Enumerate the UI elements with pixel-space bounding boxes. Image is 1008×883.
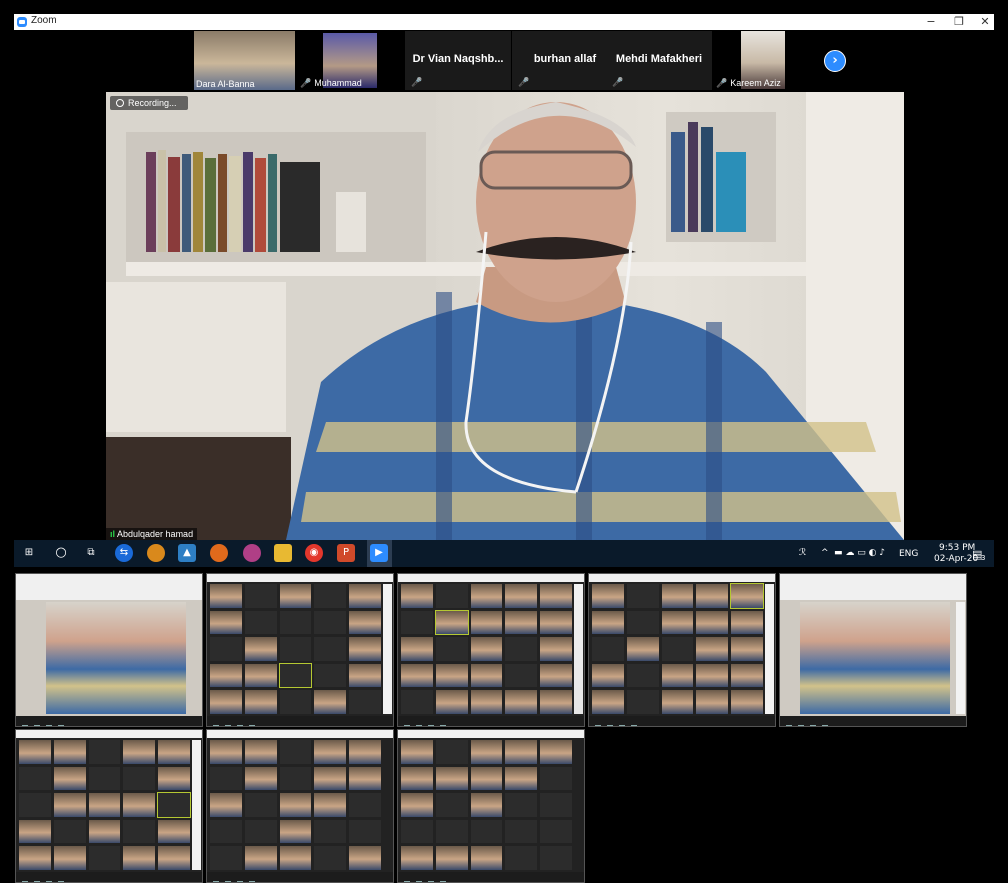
powerpoint-icon[interactable]: P (337, 544, 355, 562)
muted-mic-icon: 🎤 (518, 77, 530, 87)
participant-name: Mehdi Mafakheri (615, 53, 703, 65)
participant-name: Muhammad (314, 78, 362, 88)
window-title: Zoom (31, 15, 57, 26)
maximize-button[interactable]: ❐ (946, 14, 972, 30)
muted-mic-icon: 🎤 (300, 78, 312, 88)
screenshot-thumbnail[interactable] (588, 573, 776, 727)
screenshot-thumbnail[interactable] (15, 729, 203, 883)
participant-name: Dara Al-Banna (196, 79, 255, 89)
active-speaker-video (106, 92, 904, 540)
teamviewer-icon[interactable]: ⇆ (115, 544, 133, 562)
participant-name: Kareem Aziz (730, 78, 781, 88)
tray-icons[interactable]: ▬ ☁ ▭ ◐ ♪ (834, 548, 885, 558)
record-icon (116, 99, 124, 107)
windows-taskbar: ⊞ ○ ⧉ ⇆ ▲ ◉ P W ▶ ℛ ^ ▬ ☁ ▭ ◐ ♪ ENG 9:53… (14, 540, 994, 567)
recording-label: Recording... (128, 98, 177, 108)
window-titlebar: Zoom − ❐ ✕ (14, 14, 994, 30)
zoom-icon[interactable]: ▶ (370, 544, 388, 562)
participant-tile[interactable]: Dara Al-Banna (194, 31, 295, 90)
screenshot-thumbnail[interactable] (206, 729, 394, 883)
minimize-button[interactable]: − (918, 14, 944, 30)
speaker-name-tag: ıl Abdulqader hamad (106, 528, 198, 540)
task-view-icon[interactable]: ⧉ (82, 544, 100, 562)
language-indicator[interactable]: ENG (899, 549, 918, 559)
file-explorer-icon[interactable] (274, 544, 292, 562)
participant-tile[interactable]: burhan allaf 🎤 (512, 31, 618, 90)
muted-mic-icon: 🎤 (716, 78, 728, 88)
close-button[interactable]: ✕ (972, 14, 998, 30)
clock-time[interactable]: 9:53 PM (939, 543, 975, 553)
participant-strip: Dara Al-Banna 🎤 Muhammad Dr Vian Naqshb..… (194, 31, 854, 90)
participant-tile[interactable]: 🎤 Muhammad (298, 31, 404, 90)
audio-level-icon: ıl (110, 529, 116, 539)
cortana-icon[interactable]: ○ (52, 544, 70, 562)
start-icon[interactable]: ⊞ (20, 544, 38, 562)
muted-mic-icon: 🎤 (411, 77, 423, 87)
participant-name: Dr Vian Naqshb... (412, 53, 504, 65)
zoom-logo-icon (17, 17, 27, 27)
firefox-icon[interactable] (210, 544, 228, 562)
taskbar-app-icon[interactable] (243, 544, 261, 562)
muted-mic-icon: 🎤 (612, 77, 624, 87)
screenshot-thumbnail[interactable] (206, 573, 394, 727)
chrome-canary-icon[interactable] (147, 544, 165, 562)
speaker-scene (106, 92, 904, 540)
people-icon[interactable]: ℛ (799, 548, 806, 558)
notification-count: 3 (981, 554, 986, 562)
recording-indicator: Recording... (110, 96, 188, 110)
chevron-up-icon[interactable]: ^ (821, 548, 829, 558)
participant-tile[interactable]: 🎤 Kareem Aziz (714, 31, 786, 90)
screenshot-thumbnail[interactable] (15, 573, 203, 727)
screenshot-thumbnail[interactable] (397, 729, 585, 883)
chrome-icon[interactable]: ◉ (305, 544, 323, 562)
participant-tile[interactable]: Mehdi Mafakheri 🎤 (606, 31, 712, 90)
participant-name: burhan allaf (533, 53, 597, 65)
photos-icon[interactable]: ▲ (178, 544, 196, 562)
screenshot-thumbnail[interactable] (397, 573, 585, 727)
screenshot-thumbnail[interactable] (779, 573, 967, 727)
participant-tile[interactable]: Dr Vian Naqshb... 🎤 (405, 31, 511, 90)
speaker-name: Abdulqader hamad (117, 529, 194, 539)
next-page-button[interactable]: › (824, 50, 846, 72)
